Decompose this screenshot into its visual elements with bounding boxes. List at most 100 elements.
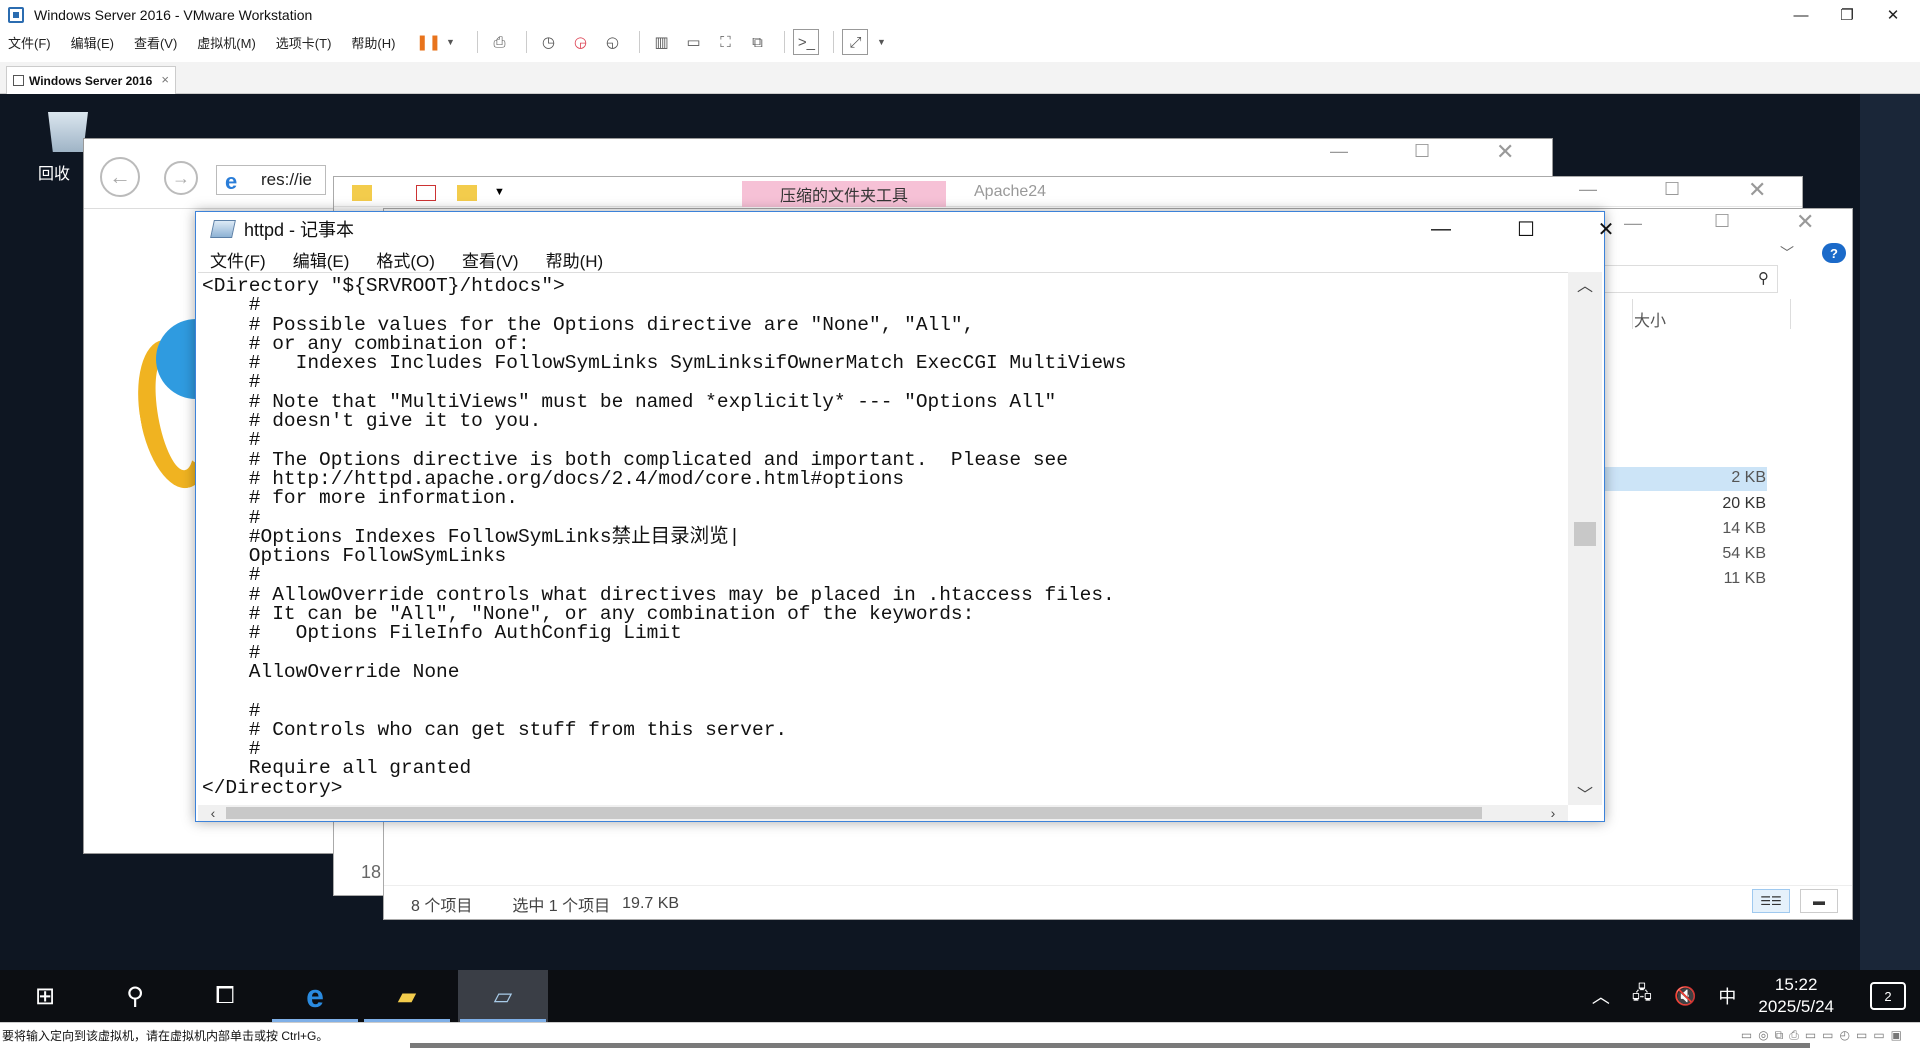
minimize-button[interactable]: — (1330, 141, 1348, 162)
send-keys-icon[interactable]: ⎙ (486, 29, 512, 55)
scroll-left-icon[interactable]: ‹ (202, 805, 224, 821)
properties-icon[interactable] (416, 185, 436, 201)
guest-taskbar: ⊞ ⚲ ⧠ e ▰ ▱ ︿ 🖧 🔇 中 15:22 2025/5/24 2 (0, 970, 1920, 1022)
chevron-down-icon[interactable]: ▼ (437, 29, 463, 55)
maximize-button[interactable]: ☐ (1496, 212, 1556, 246)
chevron-up-icon[interactable]: ︿ (1592, 983, 1610, 1009)
notepad-text-area[interactable]: <Directory "${SRVROOT}/htdocs"> # # Poss… (198, 272, 1568, 805)
notepad-content[interactable]: <Directory "${SRVROOT}/htdocs"> # # Poss… (202, 276, 1126, 798)
help-icon[interactable]: ? (1822, 243, 1846, 263)
close-button[interactable]: ✕ (1581, 212, 1631, 246)
recycle-bin-label: 回收 (38, 166, 71, 183)
menu-help[interactable]: 帮助(H) (351, 33, 395, 52)
ime-indicator[interactable]: 中 (1718, 983, 1736, 1009)
thumbnail-icon[interactable]: ▭ (680, 29, 706, 55)
notepad-window[interactable]: httpd - 记事本 — ☐ ✕ 文件(F) 编辑(E) 格式(O) 查看(V… (195, 211, 1614, 822)
ie-address-bar[interactable]: e res://ie (216, 165, 326, 195)
status-size: 19.7 KB (622, 894, 680, 912)
chevron-down-icon[interactable]: ﹀ (1780, 243, 1794, 263)
close-button[interactable]: ✕ (1496, 139, 1514, 165)
start-windows-icon[interactable]: ⊞ (0, 970, 90, 1022)
notepad-menu-help[interactable]: 帮助(H) (546, 247, 604, 272)
menu-vm[interactable]: 虚拟机(M) (197, 33, 256, 52)
search-icon[interactable]: ⚲ (90, 970, 180, 1022)
notepad-menu-edit[interactable]: 编辑(E) (293, 247, 350, 272)
tab-windows-server-2016[interactable]: Windows Server 2016 × (6, 66, 176, 94)
ie-page-icon: e (225, 169, 238, 194)
details-view-icon[interactable]: ☰☰ (1752, 889, 1790, 913)
menu-edit[interactable]: 编辑(E) (71, 33, 114, 52)
notepad-menu-view[interactable]: 查看(V) (462, 247, 519, 272)
tab-compressed-folder-tools[interactable]: 压缩的文件夹工具 (742, 181, 946, 207)
explorer-window-title: Apache24 (974, 183, 1047, 200)
status-strip (410, 1043, 1810, 1048)
volume-muted-icon[interactable]: 🔇 (1674, 986, 1696, 1007)
vmware-tab-bar: Windows Server 2016 × (0, 62, 1920, 94)
file-size[interactable]: 14 KB (1646, 520, 1766, 538)
full-screen-icon[interactable]: ⛶ (712, 29, 738, 55)
minimize-button[interactable]: — (1579, 179, 1597, 200)
internet-explorer-icon[interactable]: e (270, 970, 360, 1022)
network-icon[interactable]: 🖧 (1632, 981, 1652, 1011)
vmware-window-title: Windows Server 2016 - VMware Workstation (34, 7, 313, 23)
back-icon[interactable]: ← (100, 157, 140, 197)
clock[interactable]: 15:22 2025/5/24 (1758, 974, 1834, 1018)
close-icon[interactable]: × (161, 72, 169, 87)
file-size[interactable]: 2 KB (1646, 469, 1766, 487)
notification-count: 2 (1884, 988, 1892, 1004)
vm-tab-icon (13, 75, 24, 86)
vertical-scrollbar[interactable]: ︿ ﹀ (1568, 272, 1602, 805)
file-size[interactable]: 11 KB (1646, 570, 1766, 588)
menu-tabs[interactable]: 选项卡(T) (276, 33, 332, 52)
notification-center-icon[interactable]: 2 (1870, 982, 1906, 1010)
status-selected: 选中 1 个项目 (512, 897, 611, 915)
chevron-down-icon[interactable]: ▼ (494, 186, 514, 202)
chevron-down-icon[interactable]: ▼ (868, 29, 894, 55)
maximize-button[interactable]: ☐ (1664, 179, 1680, 200)
ie-address-text: res://ie (261, 170, 313, 189)
snapshot-manager-icon[interactable]: ◵ (599, 29, 625, 55)
console-icon[interactable]: >_ (793, 29, 820, 55)
clock-time: 15:22 (1774, 975, 1818, 994)
notepad-taskbar-icon[interactable]: ▱ (458, 970, 548, 1022)
menu-view[interactable]: 查看(V) (134, 33, 177, 52)
scroll-right-icon[interactable]: › (1542, 805, 1564, 821)
file-size[interactable]: 20 KB (1646, 495, 1766, 513)
notepad-title-bar: httpd - 记事本 — ☐ ✕ (196, 212, 1614, 246)
file-explorer-icon[interactable]: ▰ (362, 970, 452, 1022)
device-status-icons[interactable]: ▭◎⧉⎙▭▭◴▭▭▣ (1741, 1028, 1908, 1043)
scroll-up-icon[interactable]: ︿ (1568, 272, 1602, 296)
horizontal-scroll-thumb[interactable] (226, 807, 1482, 819)
revert-snapshot-icon[interactable]: ◶ (567, 29, 593, 55)
notepad-menu-bar: 文件(F) 编辑(E) 格式(O) 查看(V) 帮助(H) (196, 246, 1604, 272)
close-button[interactable]: ✕ (1748, 177, 1766, 203)
notepad-icon (210, 220, 236, 238)
maximize-button[interactable]: ☐ (1414, 141, 1430, 162)
system-tray: ︿ 🖧 🔇 中 15:22 2025/5/24 2 (1592, 970, 1920, 1022)
close-button[interactable]: ✕ (1796, 209, 1814, 235)
new-folder-icon[interactable] (457, 185, 477, 201)
scroll-down-icon[interactable]: ﹀ (1568, 781, 1602, 805)
menu-file[interactable]: 文件(F) (8, 33, 51, 52)
task-view-icon[interactable]: ⧠ (180, 970, 270, 1022)
file-size[interactable]: 54 KB (1646, 545, 1766, 563)
column-header-size[interactable]: 大小 (1634, 307, 1666, 331)
notepad-menu-file[interactable]: 文件(F) (210, 247, 266, 272)
vertical-scroll-thumb[interactable] (1574, 522, 1596, 546)
unity-icon[interactable]: ⧉ (744, 29, 770, 55)
vmware-menu-toolbar: 文件(F) 编辑(E) 查看(V) 虚拟机(M) 选项卡(T) 帮助(H) ❚❚… (0, 26, 1920, 58)
vmware-workstation-window: Windows Server 2016 - VMware Workstation… (0, 0, 1920, 1048)
forward-icon[interactable]: → (164, 161, 198, 195)
maximize-button[interactable]: ☐ (1714, 211, 1730, 232)
snapshot-icon[interactable]: ◷ (535, 29, 561, 55)
large-icons-view-icon[interactable]: ▬ (1800, 889, 1838, 913)
search-icon: ⚲ (1758, 270, 1769, 287)
clock-date: 2025/5/24 (1758, 997, 1834, 1016)
horizontal-scrollbar[interactable]: ‹ › (198, 805, 1568, 821)
notepad-title: httpd - 记事本 (244, 220, 355, 240)
partial-text-fragment: 18 (361, 862, 382, 882)
library-icon[interactable]: ▥ (648, 29, 674, 55)
minimize-button[interactable]: — (1411, 212, 1471, 246)
notepad-menu-format[interactable]: 格式(O) (376, 247, 435, 272)
stretch-icon[interactable]: ⤢ (842, 29, 869, 55)
